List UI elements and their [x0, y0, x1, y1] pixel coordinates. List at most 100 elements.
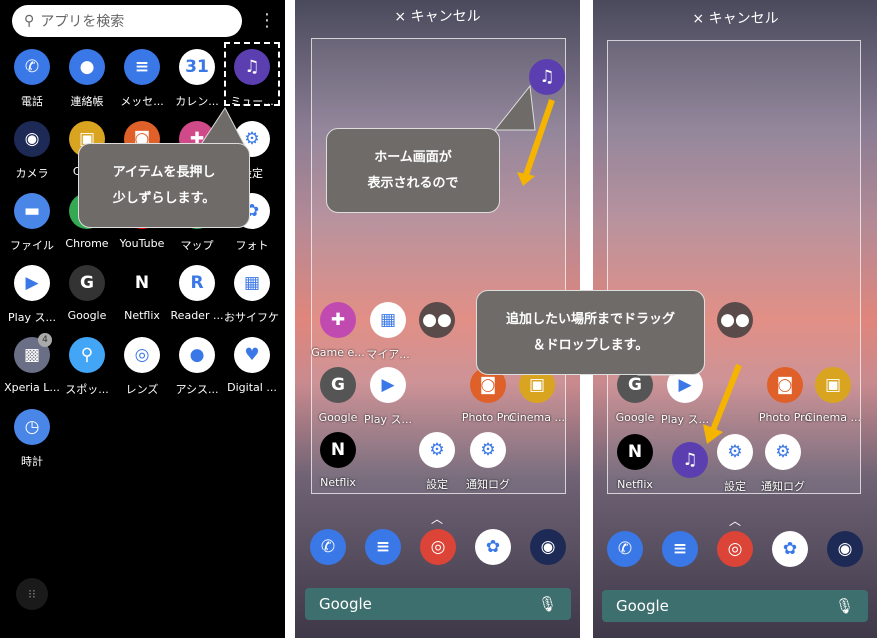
app-google-folder[interactable]: ●● [707, 302, 763, 346]
app-search-input[interactable]: ⚲ アプリを検索 [12, 5, 242, 37]
app-spot[interactable]: ⚲ スポッ... [59, 337, 115, 397]
notification-log-icon: ⚙ [765, 434, 801, 470]
app-netflix[interactable]: N Netflix [310, 432, 366, 489]
app-assistant[interactable]: ● アシス... [169, 337, 225, 397]
app-settings[interactable]: ⚙ 設定 [409, 432, 465, 492]
camera-icon: ◉ [14, 121, 50, 157]
app-google-folder[interactable]: G Google [59, 265, 115, 322]
app-label: Netflix [320, 476, 356, 489]
app-osaifu[interactable]: ▦ おサイフケー... [224, 265, 280, 325]
app-camera[interactable]: ◉ [817, 531, 873, 567]
app-reader[interactable]: R Reader ... [169, 265, 225, 322]
app-cinema[interactable]: ▣ Cinema ... [805, 367, 861, 424]
cancel-button[interactable]: × キャンセル [295, 6, 580, 26]
camera-icon: ◉ [530, 529, 566, 565]
app-my-apps[interactable]: ▦ マイア... [360, 302, 416, 362]
app-label: ファイル [10, 239, 54, 252]
app-chrome[interactable]: ◎ [707, 531, 763, 567]
my-apps-icon: ▦ [370, 302, 406, 338]
phone-icon: ✆ [607, 531, 643, 567]
photos-icon: ✿ [475, 529, 511, 565]
app-play-store[interactable]: ▶ Play ス... [657, 367, 713, 427]
photo-pro-icon: ◙ [767, 367, 803, 403]
more-options-icon[interactable]: ⋮ [258, 10, 276, 31]
google-search-bar[interactable]: Google 🎙 [602, 590, 868, 622]
app-label: Play ス... [364, 413, 412, 426]
app-label: メッセ... [120, 95, 164, 108]
phone-icon: ✆ [14, 49, 50, 85]
cancel-button[interactable]: × キャンセル [593, 8, 877, 28]
app-messages[interactable]: ≡ [652, 531, 708, 567]
app-google-folder[interactable]: G Google [607, 367, 663, 424]
app-label: レンズ [125, 383, 159, 396]
settings-icon: ⚙ [419, 432, 455, 468]
app-label: Photo Pro [461, 411, 515, 424]
app-grid-button[interactable]: ⁝⁝ [16, 578, 48, 610]
photos-icon: ✿ [772, 531, 808, 567]
app-messages[interactable]: ≡ [355, 529, 411, 565]
app-label: おサイフケー... [224, 311, 280, 324]
netflix-icon: N [124, 265, 160, 301]
app-label: Cinema ... [509, 411, 565, 424]
app-chrome[interactable]: ◎ [410, 529, 466, 565]
app-xperia-lounge[interactable]: ▩ 4 Xperia L... [4, 333, 60, 394]
app-camera[interactable]: ◉ カメラ [4, 121, 60, 181]
instruction-callout: ホーム画面が 表示されるので [326, 128, 500, 213]
app-calendar[interactable]: 31 カレン... [169, 49, 225, 109]
reader-icon: R [179, 265, 215, 301]
app-drawer-screen: ⚲ アプリを検索 ⋮ ✆ 電話 ● 連絡帳 ≡ メッセ... 31 カレン... ♫ ミュー... ◉… [0, 0, 285, 638]
play-store-icon: ▶ [370, 367, 406, 403]
instruction-callout: 追加したい場所までドラッグ ＆ドロップします。 [476, 290, 705, 375]
app-notification-log[interactable]: ⚙ 通知ログ [755, 434, 811, 494]
app-digital-wellbeing[interactable]: ♥ Digital ... [224, 337, 280, 394]
app-phone[interactable]: ✆ 電話 [4, 49, 60, 109]
app-photo-pro[interactable]: ◙ Photo Pro [460, 367, 516, 424]
play-store-icon: ▶ [14, 265, 50, 301]
swipe-up-indicator: ︿ [729, 514, 742, 528]
search-icon: ⚲ [24, 13, 35, 29]
chrome-icon: ◎ [717, 531, 753, 567]
app-label: フォト [235, 239, 269, 252]
app-phone[interactable]: ✆ [300, 529, 356, 565]
app-cinema[interactable]: ▣ Cinema ... [509, 367, 565, 424]
app-label: 時計 [21, 455, 43, 468]
messages-icon: ≡ [124, 49, 160, 85]
app-camera[interactable]: ◉ [520, 529, 576, 565]
app-clock[interactable]: ◷ 時計 [4, 409, 60, 469]
app-play-store[interactable]: ▶ Play ス... [4, 265, 60, 325]
google-search-bar[interactable]: Google 🎙 [305, 588, 571, 620]
app-netflix[interactable]: N Netflix [114, 265, 170, 322]
app-game-enhancer[interactable]: ✚ Game e... [310, 302, 366, 359]
app-messages[interactable]: ≡ メッセ... [114, 49, 170, 109]
app-label: Digital ... [227, 381, 277, 394]
app-play-store[interactable]: ▶ Play ス... [360, 367, 416, 427]
app-phone[interactable]: ✆ [597, 531, 653, 567]
assistant-icon: ● [179, 337, 215, 373]
clock-icon: ◷ [14, 409, 50, 445]
app-lens[interactable]: ◎ レンズ [114, 337, 170, 397]
lens-icon: ◎ [124, 337, 160, 373]
app-files[interactable]: ▬ ファイル [4, 193, 60, 253]
calendar-icon: 31 [179, 49, 215, 85]
app-contacts[interactable]: ● 連絡帳 [59, 49, 115, 109]
mic-icon[interactable]: 🎙 [538, 595, 557, 613]
home-page-frame [311, 38, 566, 494]
app-netflix[interactable]: N Netflix [607, 434, 663, 491]
swipe-up-indicator: ︿ [431, 512, 444, 526]
app-label: カメラ [15, 167, 49, 180]
app-photos[interactable]: ✿ [762, 531, 818, 567]
app-label: カレン... [175, 95, 219, 108]
mic-icon[interactable]: 🎙 [835, 597, 854, 615]
app-notification-log[interactable]: ⚙ 通知ログ [460, 432, 516, 492]
app-google-folder[interactable]: ●● [409, 302, 465, 346]
dragged-music-icon[interactable]: ♫ [672, 442, 708, 478]
phone-icon: ✆ [310, 529, 346, 565]
spot-icon: ⚲ [69, 337, 105, 373]
dragged-music-icon[interactable]: ♫ [529, 59, 565, 95]
chrome-icon: ◎ [420, 529, 456, 565]
app-photos[interactable]: ✿ [465, 529, 521, 565]
app-label: Chrome [65, 237, 109, 250]
app-google-folder[interactable]: G Google [310, 367, 366, 424]
contacts-icon: ● [69, 49, 105, 85]
osaifu-icon: ▦ [234, 265, 270, 301]
